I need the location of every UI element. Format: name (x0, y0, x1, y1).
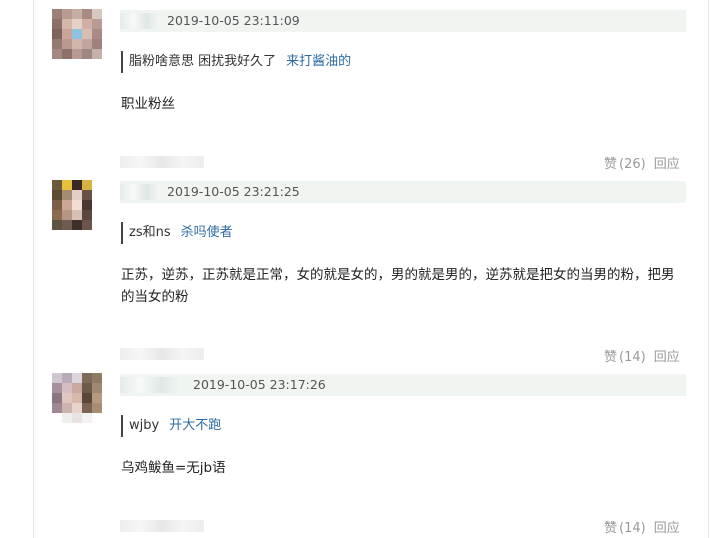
comment-body: 乌鸡鲅鱼=无jb语 (121, 460, 226, 476)
like-count: (26) (619, 157, 646, 172)
like-label: 赞 (604, 350, 618, 365)
like-button[interactable]: 赞 (14) (604, 521, 646, 536)
quoted-comment-text: wjby (129, 418, 160, 433)
like-label: 赞 (604, 521, 618, 536)
avatar[interactable] (52, 9, 102, 59)
like-button[interactable]: 赞 (14) (604, 350, 646, 365)
comment-body: 职业粉丝 (121, 96, 175, 112)
avatar[interactable] (52, 373, 102, 423)
comment-header: 2019-10-05 23:17:26 (120, 374, 686, 396)
quoted-author-link[interactable]: 来打酱油的 (286, 54, 351, 69)
reply-button[interactable]: 回应 (654, 521, 680, 536)
comment-header: 2019-10-05 23:11:09 (120, 10, 686, 32)
comment-body: 正苏，逆苏，正苏就是正常，女的就是女的，男的就是男的，逆苏就是把女的当男的粉，把… (121, 267, 675, 305)
username-redacted[interactable] (120, 13, 160, 29)
comment-header: 2019-10-05 23:21:25 (120, 181, 686, 203)
like-count: (14) (619, 350, 646, 365)
quoted-author-link[interactable]: 杀吗使者 (181, 225, 233, 240)
footer-redacted (120, 156, 204, 168)
like-count: (14) (619, 521, 646, 536)
quoted-reply: zs和ns 杀吗使者 (121, 222, 233, 244)
content-border-right (708, 0, 709, 538)
comment-actions: 赞 (14) 回应 (604, 346, 680, 365)
like-label: 赞 (604, 157, 618, 172)
footer-redacted (120, 348, 204, 360)
comment-actions: 赞 (26) 回应 (604, 153, 680, 172)
quoted-author-link[interactable]: 开大不跑 (169, 418, 221, 433)
username-redacted[interactable] (120, 377, 182, 393)
quoted-reply: 脂粉啥意思 困扰我好久了 来打酱油的 (121, 51, 351, 73)
quoted-comment-text: zs和ns (129, 225, 171, 240)
content-border-left (33, 0, 34, 538)
footer-redacted (120, 520, 204, 532)
like-button[interactable]: 赞 (26) (604, 157, 646, 172)
comment-actions: 赞 (14) 回应 (604, 517, 680, 536)
username-redacted[interactable] (120, 184, 160, 200)
comment-timestamp: 2019-10-05 23:17:26 (193, 377, 326, 392)
reply-button[interactable]: 回应 (654, 350, 680, 365)
quoted-comment-text: 脂粉啥意思 困扰我好久了 (129, 54, 277, 69)
comment-timestamp: 2019-10-05 23:11:09 (167, 13, 300, 28)
comment-timestamp: 2019-10-05 23:21:25 (167, 184, 300, 199)
quoted-reply: wjby 开大不跑 (121, 415, 221, 437)
reply-button[interactable]: 回应 (654, 157, 680, 172)
avatar[interactable] (52, 180, 102, 230)
